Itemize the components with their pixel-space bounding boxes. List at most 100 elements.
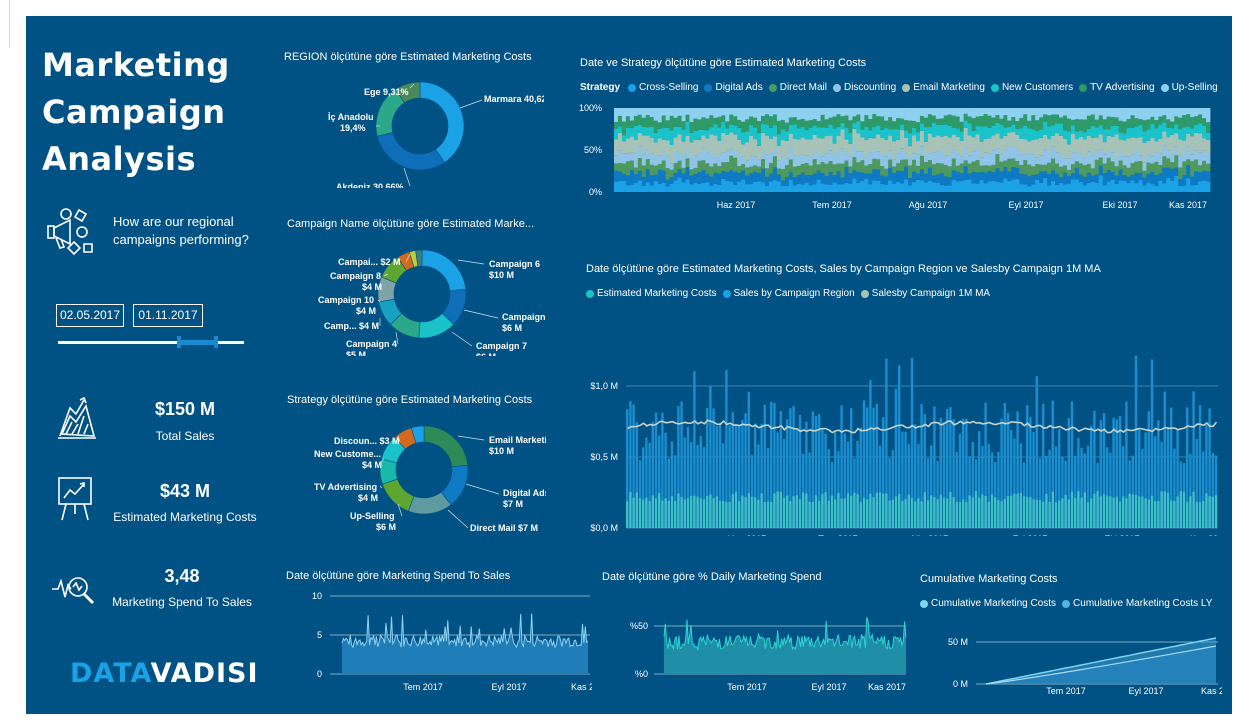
strategy-label-2: Direct Mail $7 M — [470, 523, 538, 532]
stacked-segment-65-5 — [872, 126, 877, 139]
main-bar-cost-68 — [843, 498, 846, 528]
stacked-chart-legend: Strategy Cross-Selling Digital Ads Direct … — [580, 82, 1224, 93]
stacked-segment-20-7 — [693, 108, 698, 119]
stacked-segment-62-2 — [860, 160, 865, 173]
stacked-segment-76-5 — [915, 132, 921, 142]
stacked-legend-item-3[interactable]: Discounting — [832, 82, 896, 93]
stacked-segment-21-4 — [697, 139, 702, 154]
campaign-donut-chart[interactable]: Campaign 6$10 MCampaign 5$6 MCampaign 7$… — [284, 236, 546, 356]
stacked-segment-102-7 — [1019, 108, 1024, 118]
stacked-segment-140-6 — [1170, 121, 1175, 129]
stacked-segment-103-0 — [1023, 184, 1028, 192]
main-bar-cost-119 — [1006, 495, 1010, 528]
stacked-segment-140-4 — [1170, 134, 1175, 154]
stacked-segment-20-1 — [693, 174, 698, 183]
stacked-area-chart[interactable]: 100%50%0%Haz 2017 Tem 2017 Ağu 2017 Eyl 201… — [576, 100, 1216, 212]
campaign-slice-0[interactable] — [421, 249, 467, 292]
stacked-segment-93-3 — [983, 152, 988, 166]
daily-x-tick-0: Tem 2017 — [727, 682, 767, 692]
stacked-segment-66-2 — [876, 159, 881, 170]
region-slice-1[interactable] — [376, 132, 445, 171]
stacked-segment-1-7 — [617, 108, 623, 116]
stacked-segment-83-7 — [943, 108, 949, 116]
stacked-segment-34-3 — [749, 155, 754, 167]
spend-to-sales-chart[interactable]: 1050Tem 2017Eyl 2017Kas 2017 — [282, 588, 592, 696]
date-slider-start-handle[interactable] — [176, 336, 181, 348]
date-start-input[interactable]: 02.05.2017 — [56, 304, 124, 327]
stacked-segment-58-7 — [844, 108, 849, 116]
main-legend-item-1[interactable]: Sales by Campaign Region — [722, 288, 855, 299]
cumulative-costs-chart[interactable]: 50 M0 MTem 2017Eyl 2017Kas 2017 — [916, 622, 1222, 696]
stacked-segment-5-6 — [633, 115, 639, 126]
stacked-segment-142-3 — [1178, 155, 1183, 168]
main-bar-cost-33 — [731, 494, 734, 528]
stacked-legend-item-6[interactable]: TV Advertising — [1079, 82, 1155, 93]
stacked-segment-120-6 — [1090, 114, 1096, 126]
strategy-slice-0[interactable] — [423, 425, 469, 468]
spend-chart-title: Date ölçütüne göre Marketing Spend To Sa… — [286, 570, 511, 582]
stacked-segment-149-5 — [1206, 132, 1211, 140]
stacked-legend-item-5[interactable]: New Customers — [990, 82, 1073, 93]
stacked-segment-7-5 — [641, 127, 647, 136]
stacked-segment-125-1 — [1110, 172, 1116, 180]
stacked-segment-121-0 — [1094, 182, 1100, 192]
stacked-segment-149-7 — [1206, 108, 1211, 123]
stacked-segment-66-4 — [876, 134, 881, 152]
stacked-segment-71-0 — [896, 181, 901, 192]
stacked-segment-103-7 — [1023, 108, 1028, 115]
stacked-segment-51-4 — [816, 138, 822, 154]
stacked-legend-item-0[interactable]: Cross-Selling — [628, 82, 698, 93]
region-label-2: İç Anadolu — [328, 112, 374, 122]
stacked-segment-26-1 — [717, 173, 722, 185]
main-legend-item-2[interactable]: Salesby Campaign 1M MA — [860, 288, 990, 299]
region-slice-0[interactable] — [419, 81, 465, 163]
date-end-input[interactable]: 01.11.2017 — [133, 304, 203, 327]
stacked-segment-58-5 — [844, 127, 849, 140]
stacked-segment-40-5 — [772, 125, 778, 137]
stacked-segment-101-4 — [1015, 134, 1020, 150]
date-slider-range — [178, 340, 217, 345]
stacked-segment-24-0 — [709, 185, 714, 192]
stacked-segment-70-3 — [892, 159, 897, 167]
stacked-legend-item-2[interactable]: Direct Mail — [768, 82, 827, 93]
stacked-segment-8-4 — [645, 135, 651, 150]
stacked-segment-8-5 — [645, 127, 651, 136]
main-legend-item-0[interactable]: Estimated Marketing Costs — [586, 288, 717, 299]
stacked-segment-28-6 — [725, 121, 730, 129]
stacked-segment-142-0 — [1178, 185, 1183, 192]
stacked-segment-65-6 — [872, 114, 877, 127]
strategy-slice-3[interactable] — [381, 478, 415, 512]
stacked-segment-84-3 — [947, 155, 953, 167]
stacked-segment-2-6 — [621, 121, 627, 136]
stacked-segment-117-0 — [1078, 181, 1084, 192]
date-slider-end-handle[interactable] — [214, 336, 219, 348]
stacked-segment-138-1 — [1162, 167, 1167, 184]
stacked-segment-19-1 — [689, 175, 694, 185]
stacked-segment-147-5 — [1198, 123, 1203, 134]
cumulative-legend-item-1[interactable]: Cumulative Marketing Costs LY — [1062, 598, 1212, 609]
main-bar-cost-88 — [907, 494, 910, 528]
region-leader-1 — [403, 167, 411, 187]
strategy-donut-chart[interactable]: Email Marketing$10 MDigital Ads$7 MDirec… — [284, 412, 546, 532]
stacked-segment-120-2 — [1090, 168, 1096, 176]
cumulative-chart-title: Cumulative Marketing Costs — [920, 573, 1058, 585]
stacked-segment-139-7 — [1166, 108, 1171, 120]
stacked-segment-84-7 — [947, 108, 953, 115]
stacked-segment-79-2 — [927, 160, 933, 168]
stacked-segment-5-5 — [633, 125, 639, 140]
main-bar-line-chart[interactable]: $1,0 M$0,5 M$0,0 MHaz 2017Tem 2017Ağu 20… — [576, 316, 1220, 536]
daily-chart-title: Date ölçütüne göre % Daily Marketing Spe… — [602, 571, 822, 583]
stacked-legend-item-4[interactable]: Email Marketing — [902, 82, 985, 93]
stacked-segment-131-5 — [1134, 126, 1139, 138]
stacked-segment-94-1 — [987, 171, 992, 182]
stacked-x-tick-4: Eki 2017 — [1102, 200, 1137, 210]
daily-spend-chart[interactable]: %50%0Tem 2017 Eyl 2017 Kas 2017 — [598, 608, 908, 696]
stacked-segment-119-0 — [1086, 182, 1092, 192]
stacked-segment-89-3 — [967, 155, 972, 164]
main-bar-cost-107 — [968, 495, 971, 528]
region-donut-chart[interactable]: Marmara 40,62%Akdeniz 30,66%İç Anadolu19… — [284, 68, 544, 188]
cumulative-legend-item-0[interactable]: Cumulative Marketing Costs — [920, 598, 1056, 609]
stacked-legend-item-7[interactable]: Up-Selling — [1160, 82, 1218, 93]
stacked-segment-23-7 — [705, 108, 710, 119]
stacked-legend-item-1[interactable]: Digital Ads — [704, 82, 763, 93]
